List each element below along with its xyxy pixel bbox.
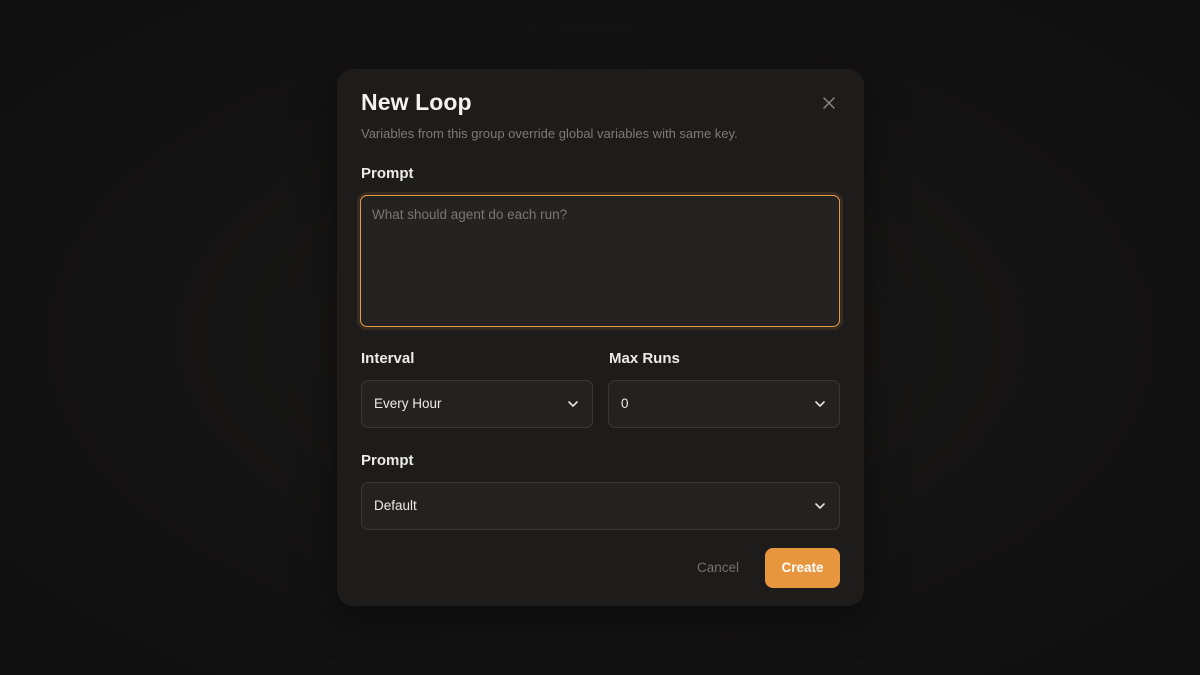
close-icon (823, 97, 835, 109)
dialog-title: New Loop (361, 89, 472, 115)
prompt-select-label: Prompt (361, 452, 414, 469)
chevron-down-icon (568, 401, 578, 407)
prompt-textarea-container (360, 195, 840, 327)
prompt-label: Prompt (361, 165, 414, 182)
cancel-button[interactable]: Cancel (689, 549, 747, 587)
prompt-textarea[interactable] (361, 196, 839, 326)
chevron-down-icon (815, 503, 825, 509)
interval-value: Every Hour (374, 396, 442, 411)
new-loop-dialog: New Loop Variables from this group overr… (337, 69, 864, 606)
interval-label: Interval (361, 350, 415, 367)
create-button[interactable]: Create (765, 548, 840, 588)
max-runs-value: 0 (621, 396, 629, 411)
max-runs-label: Max Runs (609, 350, 680, 367)
max-runs-select[interactable]: 0 (608, 380, 840, 428)
prompt-select[interactable]: Default (361, 482, 840, 530)
close-button[interactable] (821, 95, 837, 111)
prompt-select-value: Default (374, 498, 417, 513)
interval-select[interactable]: Every Hour (361, 380, 593, 428)
chevron-down-icon (815, 401, 825, 407)
dialog-subtitle: Variables from this group override globa… (361, 126, 738, 141)
